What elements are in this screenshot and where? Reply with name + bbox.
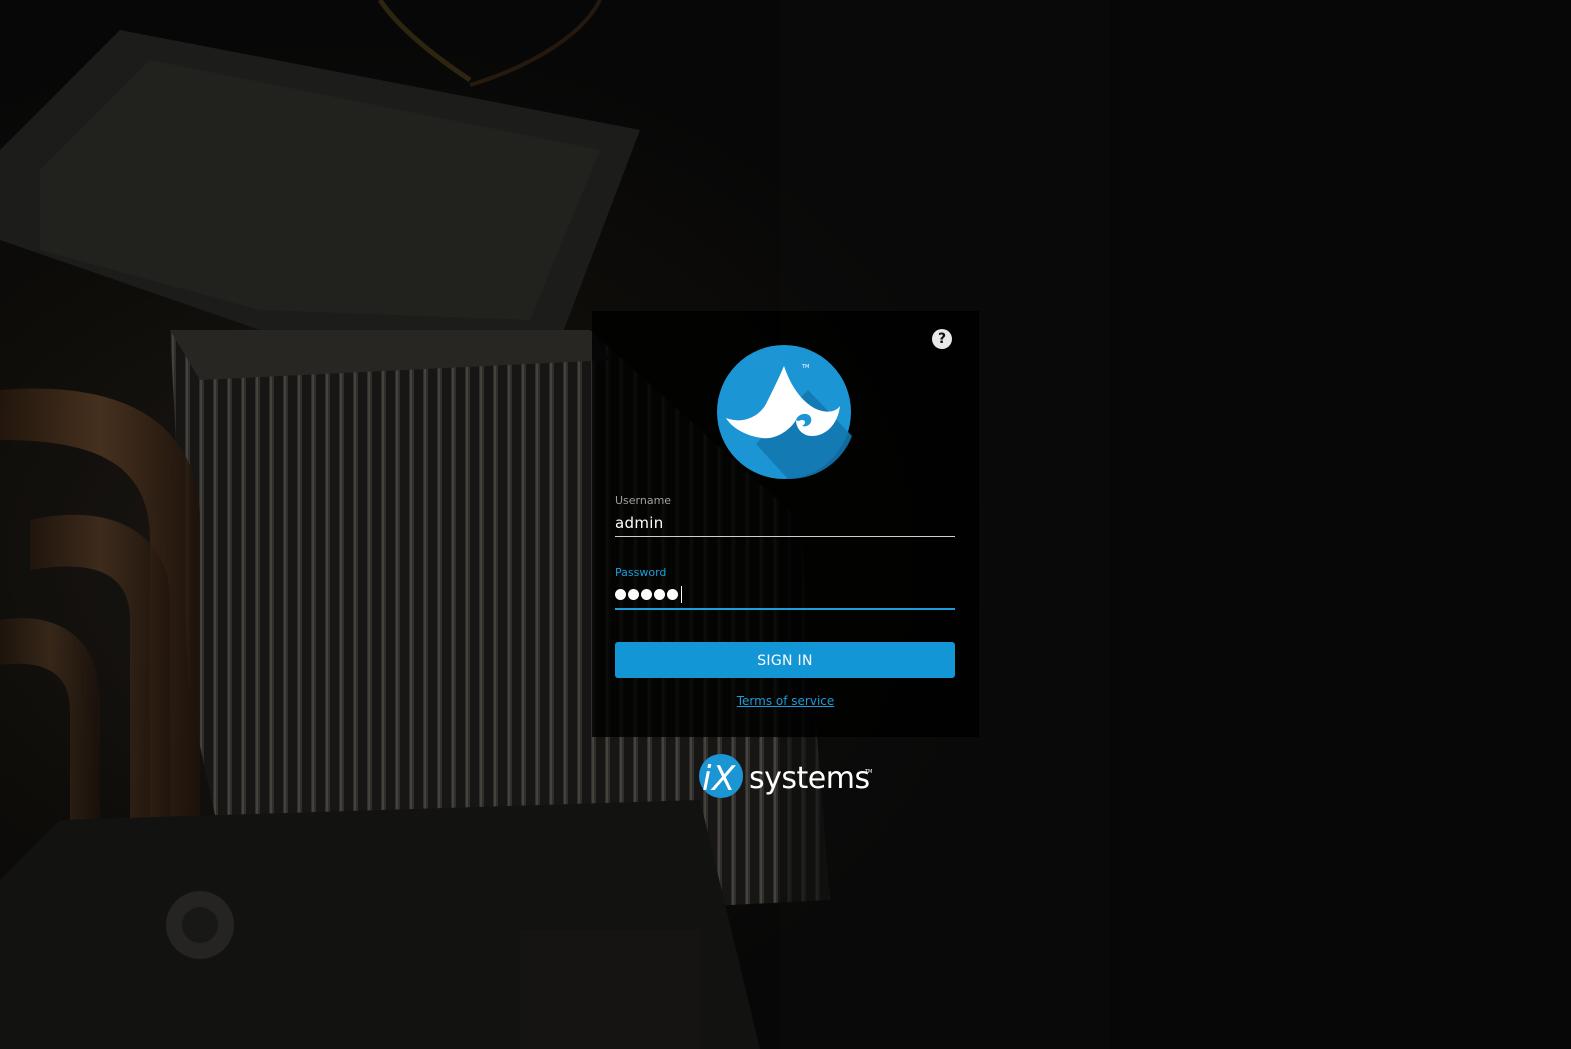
login-page: ? TM Username admin Password SIGN IN Ter… (0, 0, 1571, 1049)
password-mask (615, 586, 682, 603)
svg-text:X: X (710, 759, 736, 799)
svg-text:i: i (702, 759, 712, 799)
username-input[interactable]: admin (615, 512, 955, 534)
ixsystems-logo: i X systems TM (699, 754, 872, 799)
sign-in-button[interactable]: SIGN IN (615, 642, 955, 678)
text-caret (681, 586, 682, 603)
password-underline (615, 608, 955, 610)
svg-text:systems: systems (749, 761, 870, 796)
password-input[interactable] (615, 584, 955, 606)
password-label: Password (615, 566, 667, 579)
terms-of-service-link[interactable]: Terms of service (592, 694, 979, 708)
svg-text:TM: TM (801, 364, 809, 370)
login-card: ? TM Username admin Password SIGN IN Ter… (592, 311, 979, 737)
username-label: Username (615, 494, 672, 507)
svg-text:TM: TM (864, 769, 872, 775)
password-field[interactable]: Password (615, 566, 955, 610)
help-circle-icon[interactable]: ? (932, 329, 952, 349)
username-field[interactable]: Username admin (615, 494, 955, 537)
username-underline (615, 536, 955, 537)
freenas-logo: TM (717, 345, 852, 480)
